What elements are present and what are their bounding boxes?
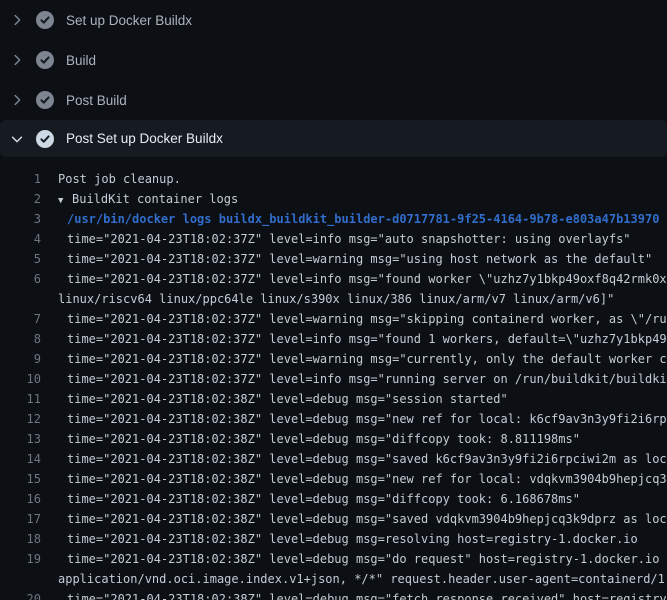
check-circle-icon [36,11,54,29]
chevron-right-icon [10,53,24,67]
log-text: time="2021-04-23T18:02:38Z" level=debug … [67,429,580,449]
log-text: time="2021-04-23T18:02:38Z" level=debug … [67,529,638,549]
line-number[interactable]: 9 [0,349,41,369]
log-row: 19 time="2021-04-23T18:02:38Z" level=debu… [0,549,667,569]
check-circle-icon [36,91,54,109]
log-row: application/vnd.oci.image.index.v1+json,… [0,569,667,589]
log-row: 20 time="2021-04-23T18:02:38Z" level=debu… [0,589,667,600]
line-number[interactable]: 19 [0,549,41,569]
log-text: linux/riscv64 linux/ppc64le linux/s390x … [58,289,614,309]
line-number[interactable]: 10 [0,369,41,389]
line-number[interactable]: 20 [0,589,41,600]
log-row: 7 time="2021-04-23T18:02:37Z" level=warni… [0,309,667,329]
line-number[interactable]: 15 [0,469,41,489]
step-set-up-docker-buildx[interactable]: Set up Docker Buildx [0,0,667,40]
log-row: 10 time="2021-04-23T18:02:37Z" level=info… [0,369,667,389]
log-text: time="2021-04-23T18:02:37Z" level=warnin… [67,309,667,329]
log-text: application/vnd.oci.image.index.v1+json,… [58,569,667,589]
line-number[interactable]: 17 [0,509,41,529]
log-text: time="2021-04-23T18:02:37Z" level=warnin… [67,349,667,369]
check-circle-icon [36,130,54,148]
line-number[interactable]: 18 [0,529,41,549]
line-number[interactable]: 14 [0,449,41,469]
log-text: time="2021-04-23T18:02:38Z" level=debug … [67,449,667,469]
log-text: time="2021-04-23T18:02:37Z" level=warnin… [67,249,652,269]
log-text: time="2021-04-23T18:02:38Z" level=debug … [67,509,667,529]
log-text: time="2021-04-23T18:02:38Z" level=debug … [67,389,508,409]
log-text: time="2021-04-23T18:02:38Z" level=debug … [67,549,667,569]
log-text: time="2021-04-23T18:02:37Z" level=info m… [67,229,631,249]
chevron-right-icon [10,93,24,107]
log-text: time="2021-04-23T18:02:37Z" level=info m… [67,269,667,289]
line-number[interactable]: 5 [0,249,41,269]
log-row: 15 time="2021-04-23T18:02:38Z" level=debu… [0,469,667,489]
group-collapse-icon[interactable]: ▼ [58,191,70,209]
line-number[interactable]: 13 [0,429,41,449]
check-circle-icon [36,51,54,69]
log-text: Post job cleanup. [58,169,181,189]
log-command-text: /usr/bin/docker logs buildx_buildkit_bui… [67,209,659,229]
step-title: Set up Docker Buildx [66,13,192,28]
log-row: 14 time="2021-04-23T18:02:38Z" level=debu… [0,449,667,469]
log-text: time="2021-04-23T18:02:38Z" level=debug … [67,589,667,600]
log-row: 17 time="2021-04-23T18:02:38Z" level=debu… [0,509,667,529]
line-number[interactable]: 11 [0,389,41,409]
line-number[interactable]: 1 [0,169,41,189]
log-row: 18 time="2021-04-23T18:02:38Z" level=debu… [0,529,667,549]
log-row: 1 Post job cleanup. [0,169,667,189]
line-number[interactable]: 2 [0,189,41,209]
log-rows: 1 Post job cleanup. 2 ▼BuildKit container l… [0,157,667,600]
log-text: time="2021-04-23T18:02:38Z" level=debug … [67,469,667,489]
log-text: time="2021-04-23T18:02:37Z" level=info m… [67,369,667,389]
workflow-log-viewer: Set up Docker Buildx Build Post Build [0,0,667,600]
log-row: 8 time="2021-04-23T18:02:37Z" level=info … [0,329,667,349]
line-number[interactable]: 6 [0,269,41,289]
log-row: 3/usr/bin/docker logs buildx_buildkit_bu… [0,209,667,229]
log-row: 12 time="2021-04-23T18:02:38Z" level=debu… [0,409,667,429]
step-title: Post Set up Docker Buildx [66,131,223,146]
log-text: time="2021-04-23T18:02:38Z" level=debug … [67,409,667,429]
log-row: 6 time="2021-04-23T18:02:37Z" level=info … [0,269,667,289]
log-text: time="2021-04-23T18:02:38Z" level=debug … [67,489,580,509]
steps-list: Set up Docker Buildx Build Post Build [0,0,667,157]
log-row: 5 time="2021-04-23T18:02:37Z" level=warni… [0,249,667,269]
step-post-set-up-docker-buildx[interactable]: Post Set up Docker Buildx [0,120,667,157]
line-number[interactable]: 12 [0,409,41,429]
log-row: linux/riscv64 linux/ppc64le linux/s390x … [0,289,667,309]
line-number[interactable]: 4 [0,229,41,249]
line-number[interactable]: 16 [0,489,41,509]
log-text: BuildKit container logs [72,189,238,209]
log-row: 9 time="2021-04-23T18:02:37Z" level=warni… [0,349,667,369]
log-row: 16 time="2021-04-23T18:02:38Z" level=debu… [0,489,667,509]
log-row: 11 time="2021-04-23T18:02:38Z" level=debu… [0,389,667,409]
chevron-down-icon [10,132,24,146]
log-row: 2 ▼BuildKit container logs [0,189,667,209]
chevron-right-icon [10,13,24,27]
line-number[interactable]: 7 [0,309,41,329]
log-row: 4 time="2021-04-23T18:02:37Z" level=info … [0,229,667,249]
line-number[interactable]: 8 [0,329,41,349]
step-post-build[interactable]: Post Build [0,80,667,120]
log-row: 13 time="2021-04-23T18:02:38Z" level=debu… [0,429,667,449]
step-title: Build [66,53,96,68]
line-number[interactable]: 3 [0,209,41,229]
step-build[interactable]: Build [0,40,667,80]
log-text: time="2021-04-23T18:02:37Z" level=info m… [67,329,667,349]
step-title: Post Build [66,93,127,108]
